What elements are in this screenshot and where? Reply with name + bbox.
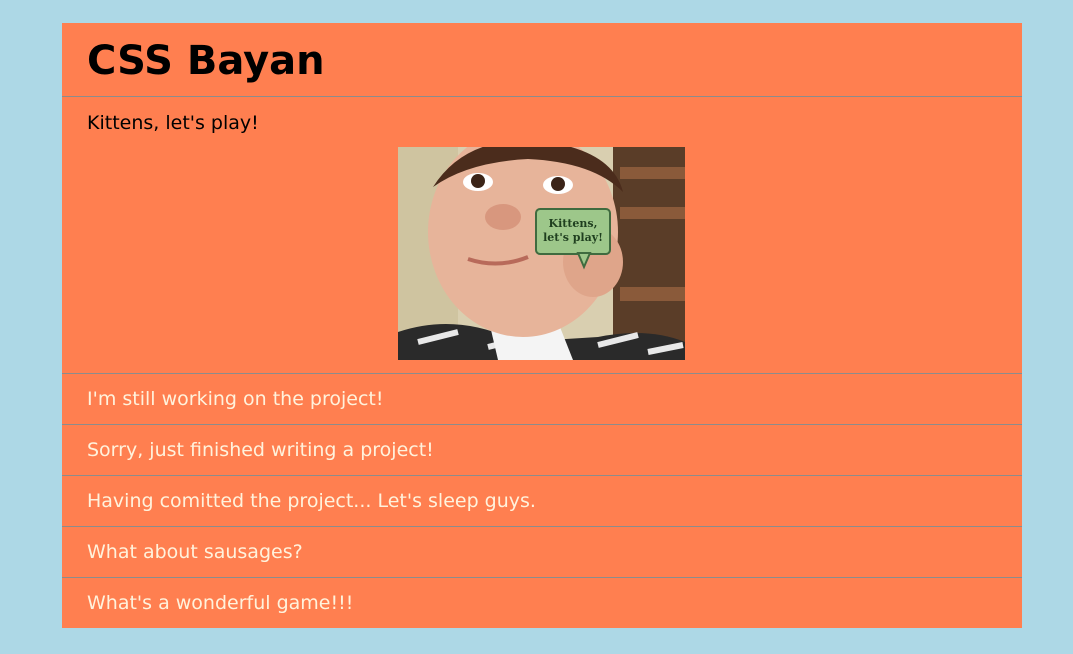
accordion-item-working[interactable]: I'm still working on the project! — [62, 374, 1022, 425]
page-title: CSS Bayan — [62, 23, 1022, 97]
accordion: CSS Bayan Kittens, let's play! Kittens, … — [62, 23, 1022, 628]
bubble-line-2: let's play! — [543, 231, 603, 244]
accordion-item-game[interactable]: What's a wonderful game!!! — [62, 578, 1022, 628]
accordion-item-committed[interactable]: Having comitted the project... Let's sle… — [62, 476, 1022, 527]
panel-label-kittens[interactable]: Kittens, let's play! — [87, 112, 259, 134]
bubble-line-1: Kittens, — [549, 217, 598, 230]
accordion-panel-open: Kittens, let's play! Kittens, let's play… — [62, 97, 1022, 374]
accordion-item-finished[interactable]: Sorry, just finished writing a project! — [62, 425, 1022, 476]
accordion-item-sausages[interactable]: What about sausages? — [62, 527, 1022, 578]
boy-photo: Kittens, let's play! — [398, 147, 685, 360]
